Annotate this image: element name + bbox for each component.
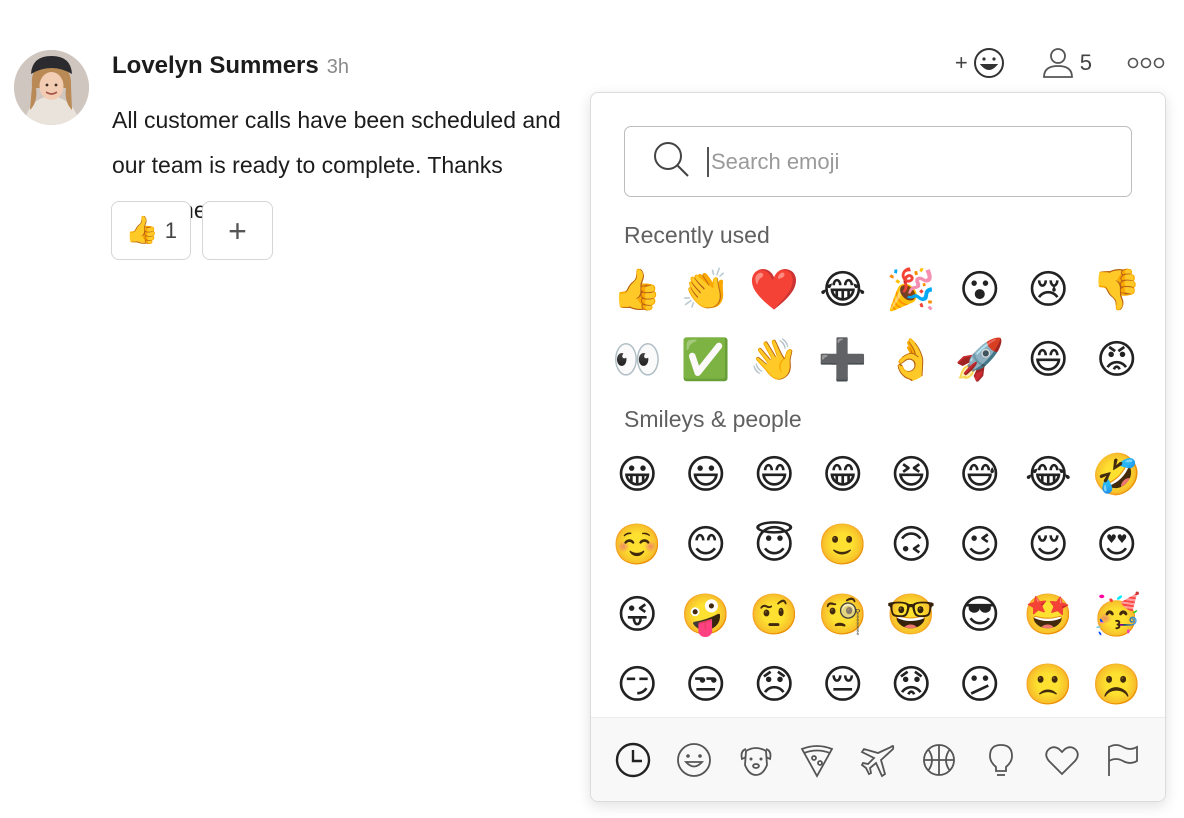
- recent-emoji[interactable]: ✅: [672, 325, 741, 395]
- smiley-emoji[interactable]: 🤨: [740, 580, 809, 650]
- category-activities[interactable]: [919, 740, 959, 780]
- smileys-emoji-grid: 😀 😃 😄 😁 😆 😅 😂 🤣 ☺️ 😊 😇 🙂 🙃 😉 😌 😍 😜 🤪 🤨 🧐 🤓 😎 🤩 🥳 😏 😒 😞 😔 😟 😕 🙁 ☹️: [603, 440, 1151, 720]
- smiley-emoji[interactable]: 😄: [740, 440, 809, 510]
- clock-icon: [614, 741, 652, 779]
- recent-emoji[interactable]: 🚀: [946, 325, 1015, 395]
- section-recently-used: Recently used: [624, 222, 770, 248]
- pizza-icon: [798, 741, 836, 779]
- smiley-emoji[interactable]: 😅: [946, 440, 1015, 510]
- smiley-emoji[interactable]: 😃: [672, 440, 741, 510]
- category-animals[interactable]: [736, 740, 776, 780]
- recent-emoji[interactable]: 👎: [1083, 255, 1152, 325]
- emoji-search-box[interactable]: [624, 126, 1132, 197]
- smiley-emoji[interactable]: 😎: [946, 580, 1015, 650]
- recent-emoji-grid: 👍 👏 ❤️ 😂 🎉 😮 😢 👎 👀 ✅ 👋 ➕ 👌 🚀 😄 😡: [603, 255, 1151, 395]
- followers-count: 5: [1079, 50, 1092, 75]
- smiley-emoji[interactable]: 😊: [672, 510, 741, 580]
- followers-action[interactable]: 5: [1040, 46, 1092, 80]
- lightbulb-icon: [982, 741, 1020, 779]
- smiley-icon: [675, 741, 713, 779]
- smiley-emoji[interactable]: 🙂: [809, 510, 878, 580]
- recent-emoji[interactable]: 😂: [809, 255, 878, 325]
- recent-emoji[interactable]: 👌: [877, 325, 946, 395]
- avatar[interactable]: [14, 50, 89, 125]
- plus-icon: +: [228, 212, 247, 249]
- person-icon: [1040, 46, 1076, 80]
- category-objects[interactable]: [981, 740, 1021, 780]
- recent-emoji[interactable]: 👍: [603, 255, 672, 325]
- reaction-count: 1: [164, 217, 177, 243]
- smiley-emoji[interactable]: ☹️: [1083, 650, 1152, 720]
- category-food[interactable]: [797, 740, 837, 780]
- basketball-icon: [920, 741, 958, 779]
- smiley-emoji[interactable]: 😏: [603, 650, 672, 720]
- category-smileys[interactable]: [674, 740, 714, 780]
- smiley-emoji[interactable]: 🥳: [1083, 580, 1152, 650]
- smiley-emoji[interactable]: 🤪: [672, 580, 741, 650]
- recent-emoji[interactable]: 😡: [1083, 325, 1152, 395]
- dog-icon: [737, 741, 775, 779]
- smiley-emoji[interactable]: 😁: [809, 440, 878, 510]
- emoji-picker: Recently used 👍👏❤️😂🎉😮😢👎👀✅👋➕👌🚀😄😡 Smileys …: [590, 92, 1166, 802]
- recent-emoji[interactable]: 😮: [946, 255, 1015, 325]
- reaction-thumbs-up[interactable]: 👍 1: [111, 201, 191, 260]
- recent-emoji[interactable]: 👀: [603, 325, 672, 395]
- smiley-emoji[interactable]: 😀: [603, 440, 672, 510]
- add-reaction-plus: +: [954, 50, 968, 75]
- smiley-emoji[interactable]: 😒: [672, 650, 741, 720]
- smiley-emoji[interactable]: 🤣: [1083, 440, 1152, 510]
- thumbs-up-emoji: 👍: [125, 215, 159, 245]
- add-reaction-button[interactable]: +: [202, 201, 273, 260]
- smiley-emoji[interactable]: ☺️: [603, 510, 672, 580]
- recent-emoji[interactable]: 😢: [1014, 255, 1083, 325]
- smiley-emoji[interactable]: 😂: [1014, 440, 1083, 510]
- smiley-emoji[interactable]: 🤓: [877, 580, 946, 650]
- smiley-icon: [972, 46, 1006, 80]
- smiley-emoji[interactable]: 😞: [740, 650, 809, 720]
- category-recent[interactable]: [613, 740, 653, 780]
- section-smileys-people: Smileys & people: [624, 406, 802, 432]
- reactions-bar: 👍 1 +: [111, 201, 273, 260]
- recent-emoji[interactable]: 👋: [740, 325, 809, 395]
- smiley-emoji[interactable]: 😍: [1083, 510, 1152, 580]
- smiley-emoji[interactable]: 😇: [740, 510, 809, 580]
- smiley-emoji[interactable]: 🤩: [1014, 580, 1083, 650]
- smiley-emoji[interactable]: 🙃: [877, 510, 946, 580]
- recent-emoji[interactable]: 😄: [1014, 325, 1083, 395]
- smiley-emoji[interactable]: 🙁: [1014, 650, 1083, 720]
- recent-emoji[interactable]: 🎉: [877, 255, 946, 325]
- smiley-emoji[interactable]: 😆: [877, 440, 946, 510]
- message-actions: + 5: [955, 46, 1166, 80]
- emoji-search-input[interactable]: [707, 146, 1107, 177]
- recent-emoji[interactable]: 👏: [672, 255, 741, 325]
- smiley-emoji[interactable]: 😌: [1014, 510, 1083, 580]
- category-travel[interactable]: [858, 740, 898, 780]
- smiley-emoji[interactable]: 😕: [946, 650, 1015, 720]
- search-icon: [651, 139, 691, 184]
- author-name[interactable]: Lovelyn Summers: [112, 52, 319, 80]
- flag-icon: [1104, 741, 1142, 779]
- smiley-emoji[interactable]: 😉: [946, 510, 1015, 580]
- plane-icon: [859, 741, 897, 779]
- smiley-emoji[interactable]: 😜: [603, 580, 672, 650]
- category-flags[interactable]: [1103, 740, 1143, 780]
- smiley-emoji[interactable]: 🧐: [809, 580, 878, 650]
- recent-emoji[interactable]: ❤️: [740, 255, 809, 325]
- add-reaction-action[interactable]: +: [955, 46, 1006, 80]
- smiley-emoji[interactable]: 😟: [877, 650, 946, 720]
- more-actions-button[interactable]: [1126, 56, 1166, 70]
- category-bar: [591, 717, 1165, 801]
- message-timestamp[interactable]: 3h: [327, 56, 349, 79]
- heart-icon: [1043, 741, 1081, 779]
- smiley-emoji[interactable]: 😔: [809, 650, 878, 720]
- category-symbols[interactable]: [1042, 740, 1082, 780]
- recent-emoji[interactable]: ➕: [809, 325, 878, 395]
- more-icon: [1126, 56, 1166, 70]
